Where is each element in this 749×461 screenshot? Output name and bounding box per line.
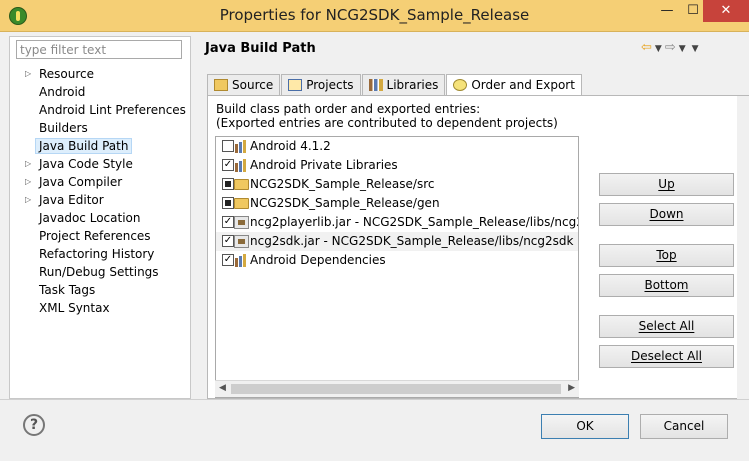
up-button[interactable]: Up <box>599 173 734 196</box>
preferences-tree: ▷ Resource Android Android Lint Preferenc… <box>10 65 190 317</box>
order-export-icon <box>453 79 468 91</box>
list-item[interactable]: NCG2SDK_Sample_Release/src <box>216 175 578 194</box>
cancel-button[interactable]: Cancel <box>640 414 728 439</box>
tree-item-builders[interactable]: Builders <box>10 119 190 137</box>
export-checkbox[interactable]: ✓ <box>222 235 234 247</box>
source-folder-icon <box>234 198 249 209</box>
tab-libraries[interactable]: Libraries <box>361 74 446 96</box>
build-path-tabs: Source Projects Libraries Order and Export <box>207 73 583 97</box>
select-all-button[interactable]: Select All <box>599 315 734 338</box>
tree-item-java-build-path[interactable]: Java Build Path <box>10 137 190 155</box>
tree-item-android-lint[interactable]: Android Lint Preferences <box>10 101 190 119</box>
tree-item-android[interactable]: Android <box>10 83 190 101</box>
jar-icon <box>234 235 249 248</box>
tab-source[interactable]: Source <box>207 74 281 96</box>
back-dropdown-icon[interactable]: ▼ <box>655 44 662 54</box>
tab-order-and-export[interactable]: Order and Export <box>446 74 582 97</box>
list-item[interactable]: Android 4.1.2 <box>216 137 578 156</box>
source-folder-icon <box>234 179 249 190</box>
classpath-entries-list[interactable]: Android 4.1.2 ✓ Android Private Librarie… <box>215 136 579 398</box>
list-item[interactable]: NCG2SDK_Sample_Release/gen <box>216 194 578 213</box>
scrollbar-thumb[interactable] <box>231 384 561 394</box>
list-item[interactable]: ✓ ncg2sdk.jar - NCG2SDK_Sample_Release/l… <box>216 232 578 251</box>
window-title: Properties for NCG2SDK_Sample_Release <box>219 6 530 24</box>
expand-arrow-icon[interactable]: ▷ <box>25 191 31 209</box>
bottom-button[interactable]: Bottom <box>599 274 734 297</box>
page-title: Java Build Path <box>205 41 316 56</box>
tree-item-java-compiler[interactable]: ▷ Java Compiler <box>10 173 190 191</box>
horizontal-scrollbar[interactable]: ◀ ▶ <box>215 380 579 397</box>
tree-item-java-code-style[interactable]: ▷ Java Code Style <box>10 155 190 173</box>
source-folder-icon <box>214 79 228 91</box>
tree-item-project-references[interactable]: Project References <box>10 227 190 245</box>
order-export-description: Build class path order and exported entr… <box>216 102 558 130</box>
down-button[interactable]: Down <box>599 203 734 226</box>
export-checkbox[interactable]: ✓ <box>222 159 234 171</box>
tree-item-run-debug-settings[interactable]: Run/Debug Settings <box>10 263 190 281</box>
expand-arrow-icon[interactable]: ▷ <box>25 173 31 191</box>
close-button[interactable]: ✕ <box>703 0 749 22</box>
projects-icon <box>288 79 303 91</box>
libraries-icon <box>368 79 383 91</box>
scroll-left-icon[interactable]: ◀ <box>219 383 226 393</box>
title-bar: Properties for NCG2SDK_Sample_Release — … <box>0 0 749 32</box>
help-icon[interactable]: ? <box>23 414 45 436</box>
export-checkbox[interactable]: ✓ <box>222 254 234 266</box>
ok-button[interactable]: OK <box>541 414 629 439</box>
jar-icon <box>234 216 249 229</box>
library-icon <box>234 159 249 172</box>
tree-item-task-tags[interactable]: Task Tags <box>10 281 190 299</box>
tree-item-java-editor[interactable]: ▷ Java Editor <box>10 191 190 209</box>
forward-arrow-icon[interactable]: ⇨ <box>665 40 676 55</box>
minimize-button[interactable]: — <box>654 0 680 22</box>
view-menu-icon[interactable]: ▼ <box>692 44 699 54</box>
page-vertical-scrollbar[interactable] <box>737 96 749 400</box>
tree-item-resource[interactable]: ▷ Resource <box>10 65 190 83</box>
page-navigation: ⇦ ▼ ⇨ ▼ ▼ <box>641 40 702 55</box>
expand-arrow-icon[interactable]: ▷ <box>25 155 31 173</box>
library-icon <box>234 254 249 267</box>
order-and-export-panel: Build class path order and exported entr… <box>207 95 749 400</box>
property-page: Java Build Path ⇦ ▼ ⇨ ▼ ▼ Source Projects Libr… <box>193 36 749 400</box>
tree-item-javadoc-location[interactable]: Javadoc Location <box>10 209 190 227</box>
top-button[interactable]: Top <box>599 244 734 267</box>
filter-input[interactable] <box>16 40 182 59</box>
forward-dropdown-icon[interactable]: ▼ <box>679 44 686 54</box>
preferences-tree-pane: ▷Resource Android Android Lint Preferenc… <box>9 36 191 399</box>
export-checkbox[interactable] <box>222 140 234 152</box>
expand-arrow-icon[interactable]: ▷ <box>25 65 31 83</box>
list-item[interactable]: ✓ Android Dependencies <box>216 251 578 270</box>
deselect-all-button[interactable]: Deselect All <box>599 345 734 368</box>
tab-projects[interactable]: Projects <box>281 74 361 96</box>
list-item[interactable]: ✓ ncg2playerlib.jar - NCG2SDK_Sample_Rel… <box>216 213 578 232</box>
library-icon <box>234 140 249 153</box>
footer-divider <box>0 399 749 400</box>
export-checkbox[interactable] <box>222 178 234 190</box>
export-checkbox[interactable]: ✓ <box>222 216 234 228</box>
tree-item-refactoring-history[interactable]: Refactoring History <box>10 245 190 263</box>
scroll-right-icon[interactable]: ▶ <box>568 383 575 393</box>
tree-item-xml-syntax[interactable]: XML Syntax <box>10 299 190 317</box>
export-checkbox[interactable] <box>222 197 234 209</box>
back-arrow-icon[interactable]: ⇦ <box>641 40 652 55</box>
list-item[interactable]: ✓ Android Private Libraries <box>216 156 578 175</box>
